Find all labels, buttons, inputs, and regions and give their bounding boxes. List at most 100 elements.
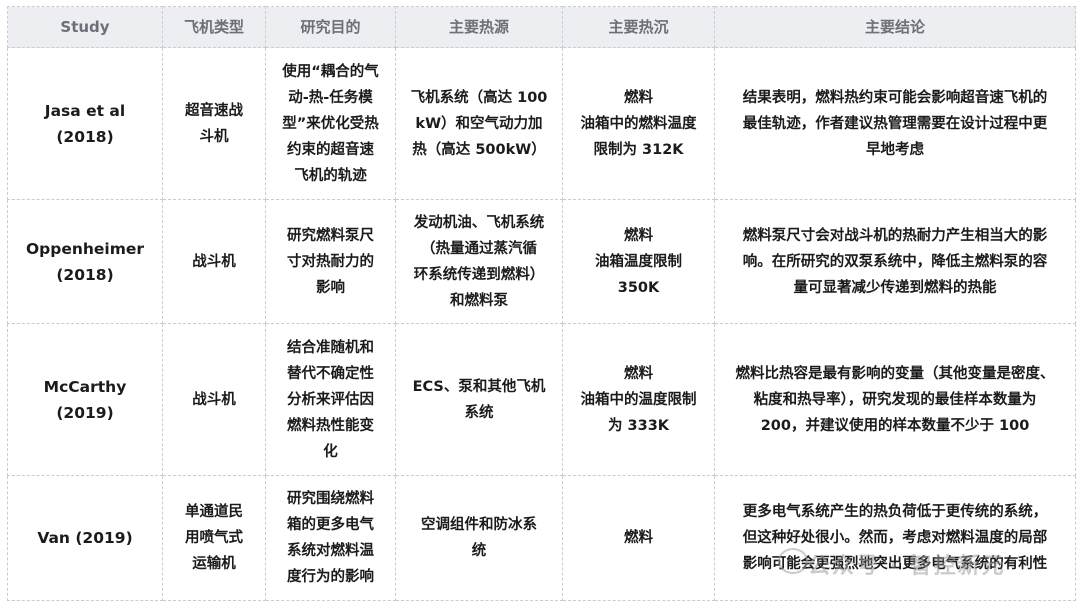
cell-line: 结果表明，燃料热约束可能会影响超音速飞机的 (742, 89, 1048, 106)
cell-line: 系统对燃料温 (287, 543, 374, 559)
header-row: Study 飞机类型 研究目的 主要热源 主要热沉 主要结论 (7, 6, 1076, 48)
cell-line: 燃料 (624, 227, 653, 244)
cell-line: 统 (471, 543, 487, 559)
cell-line: 最佳轨迹，作者建议热管理需要在设计过程中更 (742, 115, 1048, 132)
cell-line: 为 333K (607, 417, 670, 434)
conclusion-cell: 燃料泵尺寸会对战斗机的热耐力产生相当大的影 响。在所研究的双泵系统中，降低主燃料泵… (714, 199, 1076, 324)
table-row: Oppenheimer (2018) 战斗机 研究燃料泵尺 寸对热耐力的 影响 发动机油、飞… (7, 199, 1076, 324)
table-row: Jasa et al (2018) 超音速战 斗机 使用“耦合的气 动-热-任务模 型”来… (7, 47, 1076, 200)
cell-line: 使用“耦合的气 (282, 63, 379, 80)
cell-line: 粘度和热导率），研究发现的最佳样本数量为 (753, 391, 1037, 408)
research-table: Study 飞机类型 研究目的 主要热源 主要热沉 主要结论 Jasa et a… (7, 6, 1076, 601)
cell-line: 200，并建议使用的样本数量不少于 100 (760, 417, 1030, 434)
purpose-cell: 研究燃料泵尺 寸对热耐力的 影响 (265, 199, 396, 324)
cell-line: 燃料泵尺寸会对战斗机的热耐力产生相当大的影 (742, 227, 1048, 244)
cell-line: 结合准随机和 (287, 339, 374, 356)
aircraft-type-cell: 超音速战 斗机 (162, 47, 266, 200)
cell-line: Van (2019) (37, 529, 133, 547)
heat-source-cell: 空调组件和防冰系统 (395, 475, 563, 601)
purpose-cell: 使用“耦合的气 动-热-任务模 型”来优化受热 约束的超音速 飞机的轨迹 (265, 47, 396, 200)
wechat-icon (778, 548, 808, 574)
header-heat-source: 主要热源 (395, 6, 563, 48)
heat-source-cell: 飞机系统（高达 100 kW）和空气动力加 热（高达 500kW） (395, 47, 563, 200)
cell-line: 影响 (316, 279, 345, 296)
cell-line: 油箱温度限制 (595, 253, 682, 270)
cell-line: 环系统传递到燃料） (413, 266, 545, 283)
cell-line: 动-热-任务模 (288, 89, 373, 106)
table-row: Van (2019) 单通道民 用喷气式 运输机 研究围绕燃料 箱的更多电气 系统对燃料温度… (7, 475, 1076, 601)
cell-line: 早地考虑 (866, 141, 924, 158)
cell-line: 影响可能会更强烈地突出更多电气系统的有利性 (742, 556, 1048, 572)
header-aircraft-type: 飞机类型 (162, 6, 266, 48)
cell-line: 燃料 (624, 365, 653, 382)
cell-line: 限制为 312K (593, 141, 684, 158)
cell-line: 飞机的轨迹 (294, 167, 367, 184)
cell-line: kW）和空气动力加 (415, 115, 543, 132)
heat-sink-cell: 燃料油箱中的温度限制为 333K (562, 323, 715, 476)
cell-line: 油箱中的燃料温度 (580, 115, 697, 132)
cell-line: 燃料 (624, 530, 653, 546)
cell-line: McCarthy (43, 377, 127, 396)
cell-line: 斗机 (199, 128, 229, 145)
cell-line: (2019) (56, 403, 114, 422)
cell-line: 发动机油、飞机系统 (413, 214, 545, 231)
cell-line: 量可显著减少传递到燃料的热能 (793, 279, 997, 296)
aircraft-type-cell: 战斗机 (162, 199, 266, 324)
cell-line: 型”来优化受热 (282, 115, 379, 132)
cell-line: 系统 (464, 404, 494, 421)
cell-line: Jasa et al (2018) (44, 101, 126, 146)
table-row: McCarthy (2019) 战斗机 结合准随机和 替代不确定性 分析来评估因 燃料热性能… (7, 323, 1076, 476)
header-purpose: 研究目的 (265, 6, 396, 48)
cell-line: 分析来评估因 (287, 391, 374, 408)
heat-source-cell: 发动机油、飞机系统 （热量通过蒸汽循 环系统传递到燃料） 和燃料泵 (395, 199, 563, 324)
aircraft-type-cell: 战斗机 (162, 323, 266, 476)
conclusion-cell: 结果表明，燃料热约束可能会影响超音速飞机的 最佳轨迹，作者建议热管理需要在设计过程… (714, 47, 1076, 200)
study-cell: Oppenheimer (2018) (7, 199, 163, 324)
aircraft-type-cell: 单通道民用喷气式运输机 (162, 475, 266, 601)
cell-line: 研究燃料泵尺 (287, 227, 374, 244)
cell-line: 度行为的影响 (287, 569, 374, 585)
page: Study 飞机类型 研究目的 主要热源 主要热沉 主要结论 Jasa et a… (0, 0, 1080, 610)
header-conclusion: 主要结论 (714, 6, 1076, 48)
cell-line: 单通道民 (185, 504, 243, 520)
cell-line: 约束的超音速 (287, 141, 374, 158)
purpose-cell: 结合准随机和 替代不确定性 分析来评估因 燃料热性能变化 (265, 323, 396, 476)
cell-line: 热（高达 500kW） (412, 141, 546, 158)
cell-line: 飞机系统（高达 100 (410, 89, 548, 106)
header-study: Study (7, 6, 163, 48)
cell-line: 化 (323, 443, 338, 460)
cell-line: 燃料热性能变 (287, 417, 374, 434)
cell-line: 更多电气系统产生的热负荷低于更传统的系统， (742, 504, 1048, 520)
cell-line: 战斗机 (192, 391, 236, 408)
cell-line: （热量通过蒸汽循 (421, 240, 537, 257)
heat-source-cell: ECS、泵和其他飞机 系统 (395, 323, 563, 476)
heat-sink-cell: 燃料 (562, 475, 715, 601)
cell-line: 但这种好处很小。然而，考虑对燃料温度的局部 (742, 530, 1048, 546)
cell-line: 运输机 (192, 556, 236, 572)
conclusion-cell: 燃料比热容是最有影响的变量（其他变量是密度、 粘度和热导率），研究发现的最佳样本数… (714, 323, 1076, 476)
cell-line: 替代不确定性 (287, 365, 374, 382)
cell-line: 超音速战 (185, 102, 243, 119)
cell-line: 空调组件和防冰系 (421, 517, 537, 533)
cell-line: 寸对热耐力的 (287, 253, 374, 270)
cell-line: 燃料 (624, 89, 653, 106)
cell-line: 箱的更多电气 (287, 517, 374, 533)
cell-line: 用喷气式 (185, 530, 243, 546)
study-cell: McCarthy (2019) (7, 323, 163, 476)
header-heat-sink: 主要热沉 (562, 6, 715, 48)
cell-line: 油箱中的温度限制 (580, 391, 697, 408)
study-cell: Jasa et al (2018) (7, 47, 163, 200)
cell-line: ECS、泵和其他飞机 (412, 378, 546, 395)
heat-sink-cell: 燃料油箱温度限制 350K (562, 199, 715, 324)
cell-line: (2018) (56, 265, 114, 284)
cell-line: 战斗机 (192, 253, 236, 270)
heat-sink-cell: 燃料油箱中的燃料温度 限制为 312K (562, 47, 715, 200)
cell-line: 350K (617, 279, 660, 296)
cell-line: Oppenheimer (25, 239, 145, 258)
cell-line: 和燃料泵 (450, 292, 508, 309)
cell-line: 研究围绕燃料 (287, 491, 374, 507)
purpose-cell: 研究围绕燃料 箱的更多电气 系统对燃料温 度行为的影响 (265, 475, 396, 601)
conclusion-cell: 更多电气系统产生的热负荷低于更传统的系统， 但这种好处很小。然而，考虑对燃料温度的… (714, 475, 1076, 601)
cell-line: 响。在所研究的双泵系统中，降低主燃料泵的容 (742, 253, 1048, 270)
cell-line: 燃料比热容是最有影响的变量（其他变量是密度、 (735, 365, 1055, 382)
